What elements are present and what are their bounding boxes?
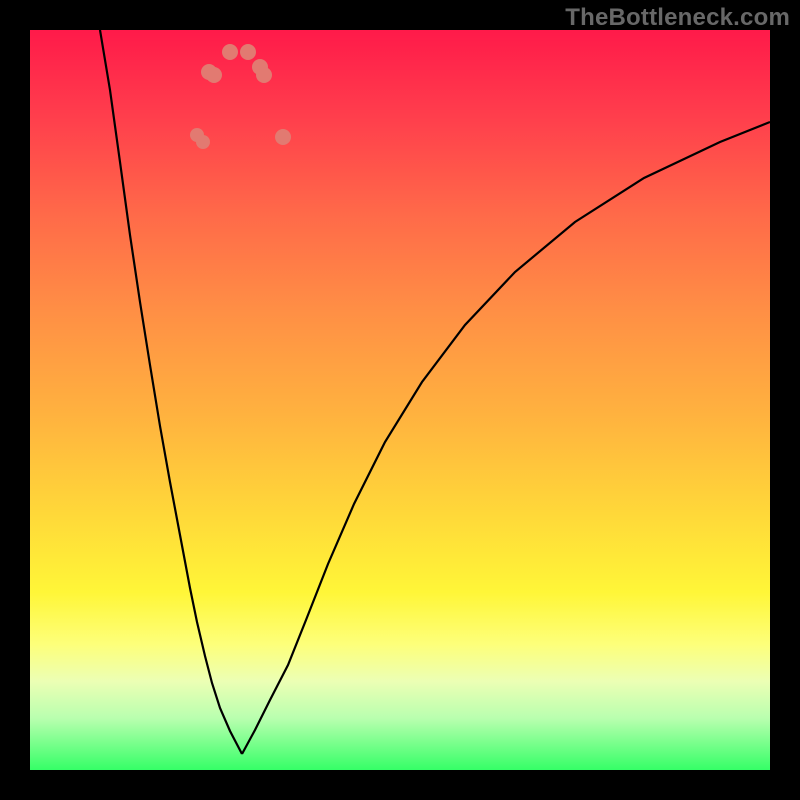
data-dot bbox=[256, 67, 272, 83]
data-dot bbox=[240, 44, 256, 60]
watermark-text: TheBottleneck.com bbox=[565, 4, 790, 32]
data-dot bbox=[222, 44, 238, 60]
data-dot bbox=[196, 135, 210, 149]
outer-frame: TheBottleneck.com bbox=[0, 0, 800, 800]
data-dots-group bbox=[190, 44, 291, 149]
data-dot bbox=[275, 129, 291, 145]
curve-layer bbox=[30, 30, 770, 770]
data-dot bbox=[206, 67, 222, 83]
curve-right-branch bbox=[242, 122, 770, 754]
curve-left-branch bbox=[100, 30, 242, 754]
plot-area bbox=[30, 30, 770, 770]
